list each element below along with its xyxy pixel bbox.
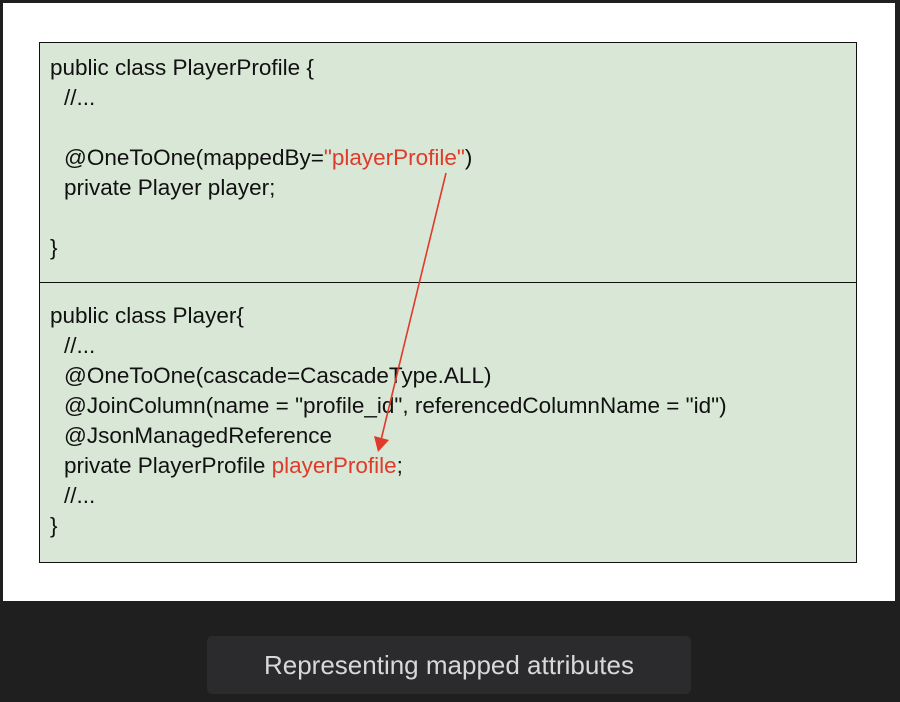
code-line: @JoinColumn(name = "profile_id", referen… — [64, 393, 727, 418]
diagram-canvas: public class PlayerProfile { //... @OneT… — [3, 3, 895, 601]
code-line: } — [50, 513, 58, 538]
figure-caption: Representing mapped attributes — [207, 636, 691, 694]
code-line: //... — [64, 85, 96, 110]
player-profile-class-box: public class PlayerProfile { //... @OneT… — [39, 42, 857, 283]
code-line-field: private PlayerProfile playerProfile; — [64, 453, 403, 479]
field-declaration: ; — [396, 453, 403, 478]
code-line: //... — [64, 333, 96, 358]
player-class-box: public class Player{ //... @OneToOne(cas… — [39, 282, 857, 563]
field-name-highlight: playerProfile — [271, 453, 397, 478]
code-line: public class Player{ — [50, 303, 244, 328]
code-line: @OneToOne(cascade=CascadeType.ALL) — [64, 363, 492, 388]
code-line: private Player player; — [64, 175, 276, 200]
code-line: } — [50, 235, 58, 260]
code-line: @JsonManagedReference — [64, 423, 333, 448]
annotation-text: @OneToOne(mappedBy= — [64, 145, 324, 170]
code-line-mapped-by: @OneToOne(mappedBy="playerProfile") — [64, 145, 472, 171]
mapped-by-value: "playerProfile" — [323, 145, 465, 170]
annotation-text: ) — [464, 145, 473, 170]
code-line: public class PlayerProfile { — [50, 55, 314, 80]
code-line: //... — [64, 483, 96, 508]
field-declaration: private PlayerProfile — [64, 453, 272, 478]
